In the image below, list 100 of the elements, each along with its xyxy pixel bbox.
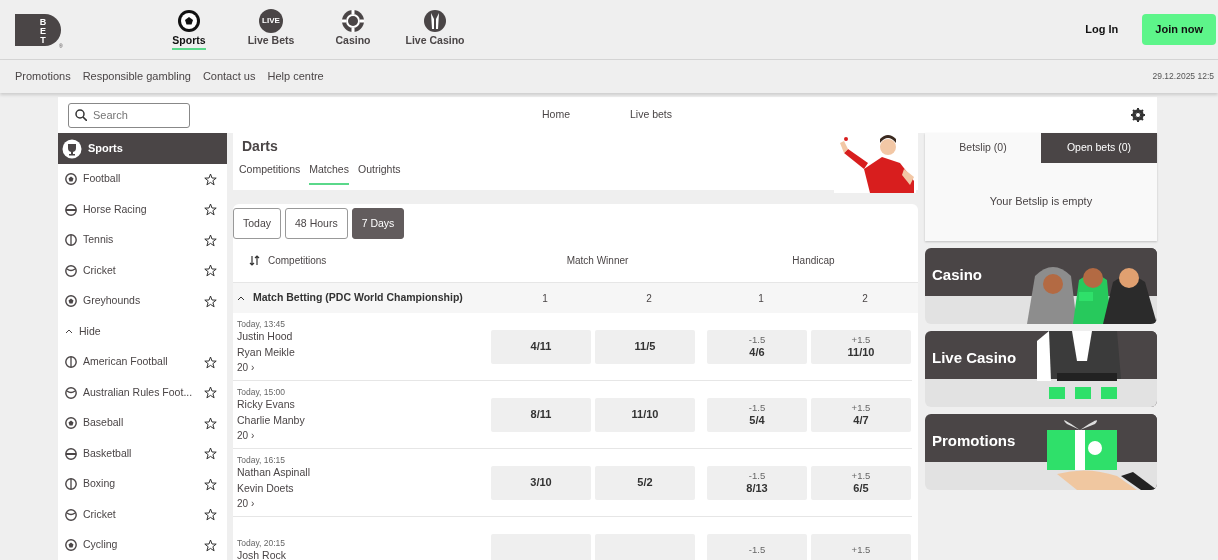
sidebar-item[interactable]: Australian Rules Foot...: [58, 377, 227, 408]
sort-icon[interactable]: [249, 255, 260, 266]
sidebar-item[interactable]: Tennis: [58, 225, 227, 256]
odds-button[interactable]: -1.5 8/13: [707, 465, 807, 500]
player-name: Josh Rock: [237, 548, 288, 560]
star-icon[interactable]: [204, 355, 217, 369]
nav-tab[interactable]: Casino: [312, 8, 394, 51]
promo-card[interactable]: Casino: [925, 248, 1157, 324]
tab[interactable]: Matches: [309, 161, 349, 185]
odds-button[interactable]: 8/11: [491, 397, 591, 432]
filter-button[interactable]: 7 Days: [351, 208, 405, 239]
odds-button[interactable]: -1.5 5/4: [707, 397, 807, 432]
nav-tab[interactable]: Live Casino: [394, 8, 476, 51]
sidebar-item[interactable]: Basketball: [58, 438, 227, 469]
star-icon[interactable]: [204, 264, 217, 278]
player-name: Ryan Meikle: [237, 345, 296, 361]
odds-button[interactable]: +1.5 6/5: [811, 465, 911, 500]
market-title: Match Winner: [565, 254, 630, 268]
match-time: Today, 20:15: [237, 537, 287, 548]
ball-icon: [65, 417, 77, 430]
odds-button[interactable]: +1.5 11/10: [811, 329, 911, 364]
market-title: Handicap: [791, 254, 836, 268]
star-icon[interactable]: [204, 477, 217, 491]
login-button[interactable]: Log In: [1079, 20, 1125, 39]
search-field[interactable]: Search: [68, 102, 190, 128]
more-markets-link[interactable]: 20 ›: [237, 360, 490, 374]
nav-tab[interactable]: Sports: [148, 8, 230, 51]
nav-link[interactable]: Responsible gambling: [82, 68, 191, 85]
sidebar-item[interactable]: Cricket: [58, 255, 227, 286]
empty-message: Your Betslip is empty: [988, 194, 1094, 209]
odds-button[interactable]: 3/10: [491, 465, 591, 500]
star-icon[interactable]: [204, 538, 217, 552]
star-icon[interactable]: [204, 447, 217, 461]
soccer-ball-icon: [177, 8, 201, 33]
join-button[interactable]: Join now: [1142, 14, 1216, 45]
sort-label[interactable]: Competitions: [268, 253, 327, 268]
sidebar-item[interactable]: Hide: [58, 316, 227, 347]
tab[interactable]: Outrights: [357, 161, 401, 185]
odds-button[interactable]: 5/2: [595, 465, 695, 500]
tab[interactable]: Competitions: [239, 161, 301, 185]
sidebar-item[interactable]: Baseball: [58, 408, 227, 439]
live-icon: LIVE: [259, 8, 283, 33]
star-icon[interactable]: [204, 416, 217, 430]
star-icon[interactable]: [204, 172, 217, 186]
settings-icon[interactable]: [1131, 108, 1145, 122]
sidebar-item[interactable]: Boxing: [58, 469, 227, 500]
ball-icon: [65, 539, 77, 552]
more-markets-link[interactable]: 20 ›: [237, 496, 490, 510]
player-name: Nathan Aspinall: [237, 465, 311, 481]
sidebar-item[interactable]: American Football: [58, 347, 227, 378]
filter-button[interactable]: Today: [233, 208, 282, 239]
star-icon[interactable]: [204, 294, 217, 308]
ball-icon: [65, 234, 77, 247]
player-name: Justin Hood: [237, 329, 294, 345]
sidebar-item[interactable]: Football: [58, 164, 227, 195]
match-time: Today, 13:45: [237, 319, 287, 330]
filter-button[interactable]: 48 Hours: [285, 208, 348, 239]
sidebar-item[interactable]: Cycling: [58, 530, 227, 560]
odds-button[interactable]: +1.5: [811, 533, 911, 560]
nav-link[interactable]: Contact us: [202, 68, 256, 85]
promo-card[interactable]: Promotions: [925, 414, 1157, 490]
caret-icon[interactable]: [237, 294, 245, 302]
tab[interactable]: Open bets (0): [1041, 133, 1157, 163]
star-icon[interactable]: [204, 386, 217, 400]
star-icon[interactable]: [204, 233, 217, 247]
sidebar-item[interactable]: Greyhounds: [58, 286, 227, 317]
odds-button[interactable]: +1.5 4/7: [811, 397, 911, 432]
odds-button[interactable]: -1.5: [707, 533, 807, 560]
ball-icon: [65, 508, 77, 521]
ball-icon: [65, 447, 77, 460]
outcome-label: 2: [861, 291, 869, 306]
match-time: Today, 16:15: [237, 455, 287, 466]
sidebar-item[interactable]: Cricket: [58, 499, 227, 530]
match-time: Today, 15:00: [237, 387, 287, 398]
ball-icon: [65, 356, 77, 369]
nav-link[interactable]: Help centre: [267, 68, 324, 85]
ball-icon: [65, 295, 77, 308]
odds-button[interactable]: 11/10: [595, 397, 695, 432]
odds-button[interactable]: -1.5 4/6: [707, 329, 807, 364]
ball-icon: [65, 173, 77, 186]
tuxedo-icon: [423, 8, 447, 33]
group-title: Match Betting (PDC World Championship): [253, 290, 463, 306]
odds-button[interactable]: 4/11: [491, 329, 591, 364]
star-icon[interactable]: [204, 203, 217, 217]
more-markets-link[interactable]: 20 ›: [237, 428, 490, 442]
odds-button[interactable]: 11/5: [595, 329, 695, 364]
poker-chip-icon: [341, 8, 365, 33]
player-name: Charlie Manby: [237, 413, 306, 429]
promo-card[interactable]: Live Casino: [925, 331, 1157, 407]
ball-icon: [65, 203, 77, 216]
sidebar-item[interactable]: Horse Racing: [58, 194, 227, 225]
nav-link[interactable]: Home: [542, 107, 570, 123]
player-name: Kevin Doets: [237, 481, 295, 497]
trophy-icon: [62, 138, 82, 159]
tab[interactable]: Betslip (0): [925, 133, 1041, 163]
nav-link[interactable]: Promotions: [15, 68, 71, 85]
ball-icon: [65, 478, 77, 491]
nav-link[interactable]: Live bets: [630, 107, 673, 123]
star-icon[interactable]: [204, 508, 217, 522]
nav-tab[interactable]: LIVE Live Bets: [230, 8, 312, 51]
